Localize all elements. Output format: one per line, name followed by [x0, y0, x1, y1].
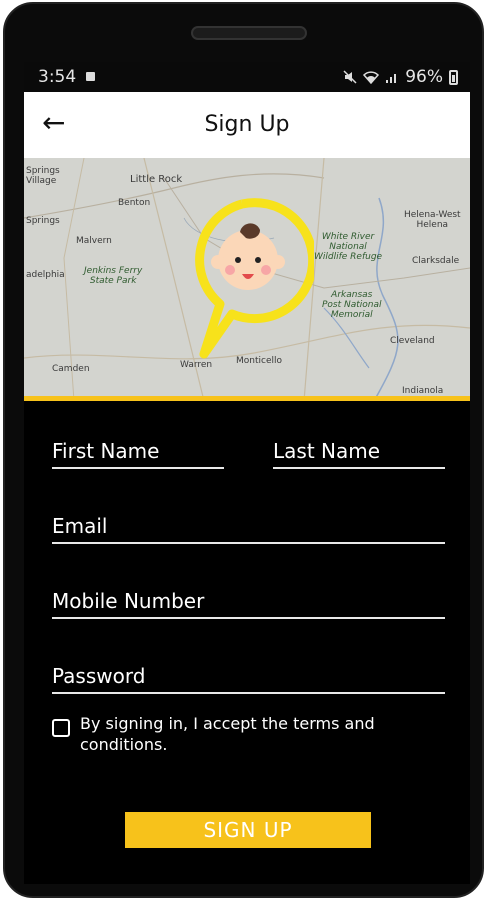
- map-label-cleveland: Cleveland: [390, 336, 435, 346]
- status-right: 96%: [343, 67, 458, 87]
- status-time: 3:54: [38, 67, 77, 87]
- sign-up-button[interactable]: SIGN UP: [125, 812, 371, 848]
- password-field[interactable]: Password: [52, 664, 445, 694]
- app-screen: 3:54 96% ← Sign Up Springs Village Sprin…: [24, 62, 470, 884]
- status-bar: 3:54 96%: [24, 62, 470, 92]
- map-label-springs-village: Springs Village: [26, 166, 60, 186]
- map-label-helena: Helena-West Helena: [404, 210, 461, 230]
- email-field[interactable]: Email: [52, 514, 445, 544]
- page-title: Sign Up: [204, 112, 290, 137]
- terms-label: By signing in, I accept the terms and co…: [80, 714, 375, 754]
- battery-percent: 96%: [405, 67, 443, 87]
- battery-icon: [449, 69, 458, 85]
- phone-speaker: [191, 26, 307, 40]
- map-label-malvern: Malvern: [76, 236, 112, 246]
- map-label-springs: Springs: [26, 216, 60, 226]
- video-record-icon: [86, 72, 95, 81]
- terms-checkbox[interactable]: [52, 719, 70, 737]
- mute-icon: [343, 70, 357, 84]
- first-name-field[interactable]: First Name: [52, 439, 224, 469]
- signal-icon: [386, 74, 397, 83]
- map-label-clarksdale: Clarksdale: [412, 256, 460, 266]
- baby-face-location-icon: [195, 198, 314, 359]
- wifi-icon: [363, 71, 380, 84]
- map-banner: Springs Village Springs Little Rock Bent…: [24, 158, 470, 401]
- map-label-jenkins-ferry: Jenkins Ferry State Park: [84, 266, 143, 286]
- map-label-white-river: White River National Wildlife Refuge: [314, 232, 383, 262]
- map-label-arkansas-post: Arkansas Post National Memorial: [322, 290, 382, 320]
- map-label-camden: Camden: [52, 364, 90, 374]
- mobile-number-field[interactable]: Mobile Number: [52, 589, 445, 619]
- terms-row: By signing in, I accept the terms and co…: [52, 713, 410, 755]
- app-bar: ← Sign Up: [24, 92, 470, 158]
- signup-form: First Name Last Name Email Mobile Number…: [24, 401, 470, 884]
- map-label-benton: Benton: [118, 198, 151, 208]
- phone-frame: 3:54 96% ← Sign Up Springs Village Sprin…: [3, 2, 484, 898]
- map-label-adelphia: adelphia: [26, 270, 65, 280]
- map-label-indianola: Indianola: [402, 386, 444, 396]
- map-label-little-rock: Little Rock: [130, 174, 183, 185]
- last-name-field[interactable]: Last Name: [273, 439, 445, 469]
